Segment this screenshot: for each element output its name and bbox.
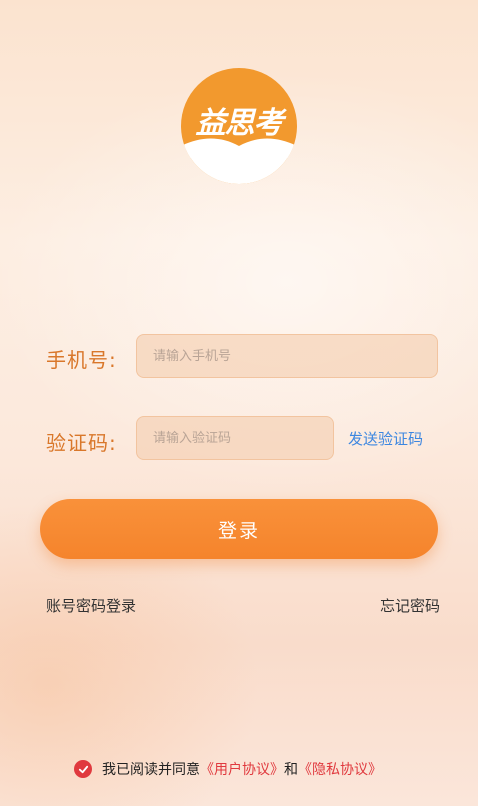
agreement-conjunction: 和: [284, 762, 298, 778]
user-agreement-link[interactable]: 《用户协议》: [200, 759, 284, 779]
agreement-prefix: 我已阅读并同意: [102, 762, 200, 778]
login-button[interactable]: 登录: [40, 499, 438, 559]
phone-label: 手机号:: [46, 348, 117, 372]
privacy-agreement-link[interactable]: 《隐私协议》: [298, 759, 382, 779]
password-login-link[interactable]: 账号密码登录: [46, 595, 136, 616]
phone-input[interactable]: [136, 334, 438, 378]
code-input[interactable]: [136, 416, 334, 460]
app-logo: 益思考: [181, 68, 297, 184]
send-code-button[interactable]: 发送验证码: [348, 428, 423, 449]
logo-text: 益思考: [195, 106, 284, 141]
code-label: 验证码:: [46, 431, 117, 455]
agreement-row: 我已阅读并同意 《用户协议》 和 《隐私协议》: [74, 758, 382, 780]
check-circle-icon[interactable]: [74, 760, 92, 778]
forgot-password-link[interactable]: 忘记密码: [380, 595, 440, 616]
